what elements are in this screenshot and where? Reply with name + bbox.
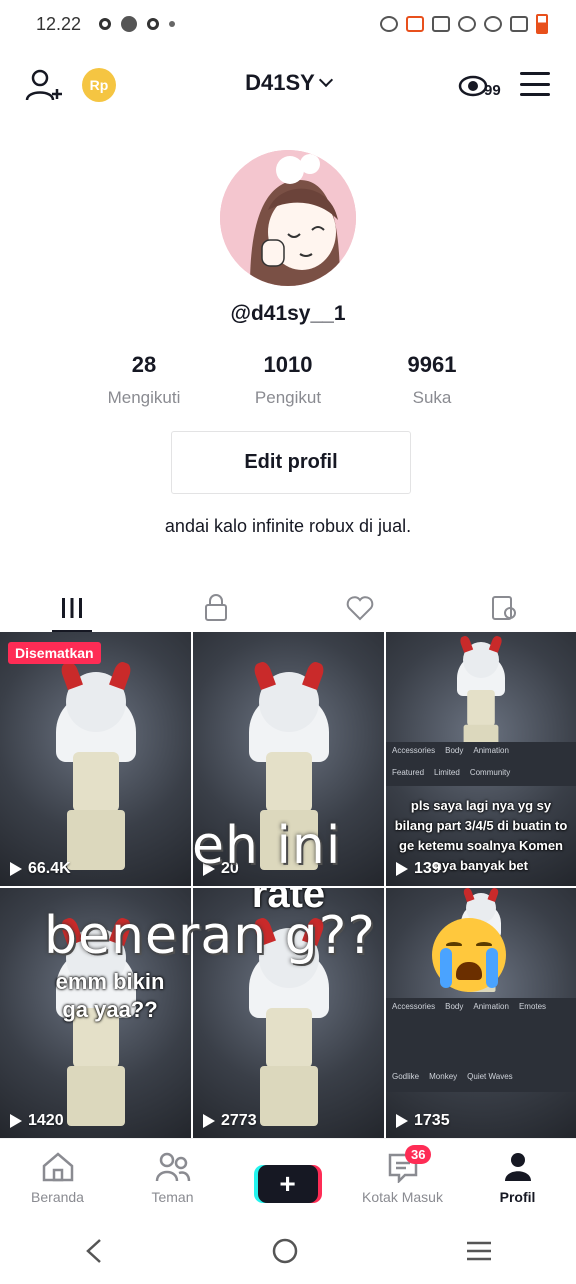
notification-icons <box>99 16 176 32</box>
roblox-ui-strip: Accessories Body Animation Emotes <box>386 998 576 1068</box>
avatar-figure <box>454 634 508 761</box>
signal-icon <box>510 16 528 32</box>
tab-tagged[interactable] <box>432 584 576 632</box>
edit-profile-button[interactable]: Edit profil <box>171 431 411 494</box>
notification-icon <box>147 18 160 30</box>
nav-profile[interactable]: Profil <box>460 1139 575 1218</box>
home-circle-icon[interactable] <box>270 1236 300 1266</box>
nav-home[interactable]: Beranda <box>0 1139 115 1218</box>
roblox-ui-items: Godlike Monkey Quiet Waves <box>386 1068 576 1092</box>
nav-label: Beranda <box>31 1189 84 1205</box>
videos-grid-icon <box>62 598 82 618</box>
stat-value: 9961 <box>407 352 457 377</box>
sync-icon <box>380 16 398 32</box>
video-grid: Disematkan 66.4K 20 Accessories Body Anima… <box>0 632 576 1138</box>
dnd-icon <box>458 16 476 32</box>
overlay-text-line1: eh ini <box>192 816 342 876</box>
friends-icon <box>155 1152 190 1182</box>
tab-videos[interactable] <box>0 584 144 632</box>
view-count-text: 66.4K <box>28 860 71 877</box>
video-thumbnail[interactable]: Disematkan 66.4K <box>0 632 191 886</box>
avatar[interactable] <box>220 150 356 286</box>
play-icon <box>396 862 408 876</box>
video-caption: emm bikin ga yaa?? <box>55 969 165 1022</box>
profile-header: Rp D41SY 99 <box>0 56 576 116</box>
overlay-text-line2: beneran g?? <box>44 906 376 966</box>
system-navigation <box>0 1218 576 1284</box>
inbox-badge: 36 <box>405 1145 432 1164</box>
recents-icon[interactable] <box>464 1239 494 1263</box>
chevron-down-icon <box>318 72 333 88</box>
stat-value: 28 <box>131 352 157 377</box>
profile-views-button[interactable]: 99 <box>458 70 508 102</box>
home-icon <box>42 1152 73 1182</box>
bottom-navigation: Beranda Teman + 36 Kotak Masuk Profil <box>0 1138 576 1218</box>
nav-create[interactable]: + <box>230 1139 345 1218</box>
content-tabs <box>0 584 576 632</box>
nav-label: Kotak Masuk <box>362 1189 443 1205</box>
username-label: D41SY <box>245 70 315 95</box>
tab-private[interactable] <box>144 584 288 632</box>
profile-bio: andai kalo infinite robux di jual. <box>164 516 412 536</box>
heart-icon <box>346 596 374 621</box>
cast-icon <box>406 16 424 32</box>
stat-likes[interactable]: 9961 Suka <box>360 352 504 408</box>
nav-label: Teman <box>151 1189 194 1205</box>
system-icons <box>380 14 548 34</box>
profile-handle: @d41sy__1 <box>230 302 346 325</box>
stat-label: Suka <box>412 388 452 407</box>
video-thumbnail[interactable]: Accessories Body Animation Featured Limited… <box>386 632 576 886</box>
compass-icon <box>121 16 138 32</box>
wifi-icon <box>484 16 502 32</box>
vibrate-icon <box>432 16 450 32</box>
tab-liked[interactable] <box>288 584 432 632</box>
avatar-image <box>220 150 356 286</box>
view-count: 66.4K <box>10 860 71 878</box>
status-time: 12.22 <box>36 13 82 34</box>
view-count: 1420 <box>10 1112 64 1130</box>
view-count-text: 139 <box>414 860 441 877</box>
menu-icon[interactable] <box>520 72 550 96</box>
play-icon <box>10 862 22 876</box>
play-icon <box>396 1114 408 1128</box>
view-count: 2773 <box>203 1112 257 1130</box>
view-count-text: 2773 <box>221 1112 257 1129</box>
crying-emoji-icon <box>432 918 506 992</box>
view-count: 1735 <box>396 1112 450 1130</box>
stat-following[interactable]: 28 Mengikuti <box>72 352 216 408</box>
stat-value: 1010 <box>263 352 313 377</box>
play-icon <box>10 1114 22 1128</box>
stat-label: Pengikut <box>254 388 322 407</box>
roblox-ui-substrip: Featured Limited Community <box>386 764 576 786</box>
nav-friends[interactable]: Teman <box>115 1139 230 1218</box>
lock-icon <box>205 594 227 621</box>
more-notifications-icon <box>169 21 176 27</box>
nav-inbox[interactable]: 36 Kotak Masuk <box>345 1139 460 1218</box>
view-count: 139 <box>396 860 441 878</box>
view-count-text: 1420 <box>28 1112 64 1129</box>
nav-label: Profil <box>499 1189 536 1205</box>
eye-count: 99 <box>484 82 501 99</box>
play-icon <box>203 1114 215 1128</box>
stat-label: Mengikuti <box>107 388 181 407</box>
profile-stats: 28 Mengikuti 1010 Pengikut 9961 Suka <box>72 352 504 408</box>
notification-icon <box>99 18 112 30</box>
status-bar: 12.22 <box>0 0 576 48</box>
avatar-figure <box>51 660 141 870</box>
view-count-text: 1735 <box>414 1112 450 1129</box>
stat-followers[interactable]: 1010 Pengikut <box>216 352 360 408</box>
profile-icon <box>504 1153 531 1181</box>
battery-icon <box>536 14 548 34</box>
pinned-badge: Disematkan <box>8 642 101 664</box>
back-icon[interactable] <box>82 1237 106 1265</box>
create-button[interactable]: + <box>257 1165 318 1203</box>
tagged-icon <box>492 596 516 620</box>
